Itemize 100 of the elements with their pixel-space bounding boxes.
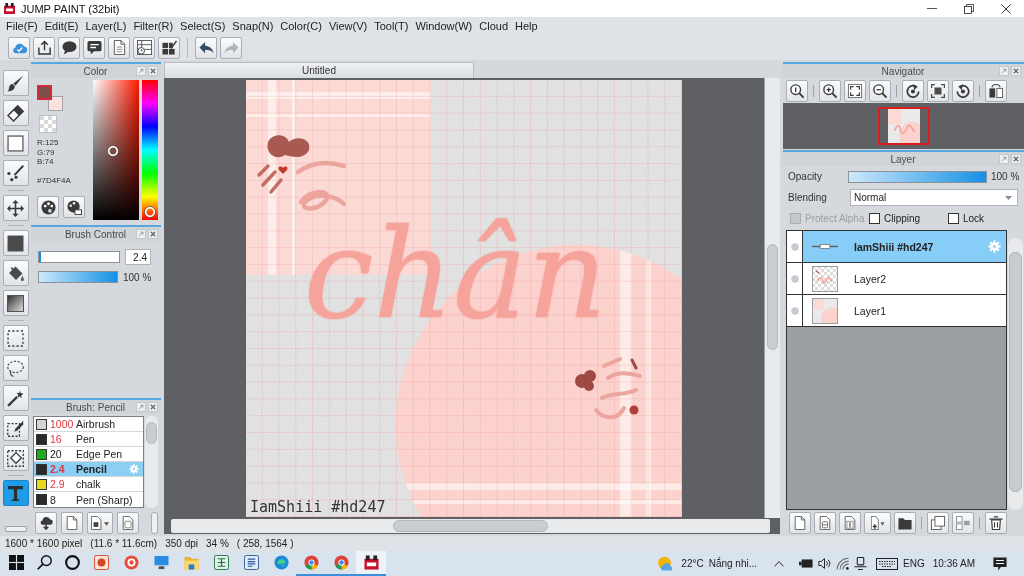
scrollbar-thumb[interactable] [767, 244, 778, 350]
menu-item[interactable]: Help [515, 20, 538, 32]
duplicate-button[interactable] [927, 512, 949, 534]
layer-type-button[interactable] [814, 512, 836, 534]
checkbox-label[interactable]: Clipping [884, 212, 921, 224]
brush-item[interactable]: 1000 Airbrush [34, 417, 143, 432]
close-icon[interactable] [1011, 66, 1021, 76]
palette-settings-button[interactable] [63, 196, 85, 218]
merge-button[interactable] [952, 512, 974, 534]
resize-handle[interactable] [151, 512, 158, 534]
visibility-dot-icon[interactable] [790, 306, 799, 315]
keyboard-icon[interactable] [876, 557, 899, 570]
menu-item[interactable]: Color(C) [280, 20, 322, 32]
flip-button[interactable] [985, 79, 1007, 102]
notification-icon[interactable] [993, 556, 1007, 571]
wifi-icon[interactable] [836, 557, 850, 570]
foreground-color-swatch[interactable] [37, 85, 52, 100]
scrollbar[interactable] [171, 519, 770, 533]
list-button[interactable] [133, 36, 155, 59]
line-tool-button[interactable] [2, 160, 29, 186]
scrollbar[interactable] [1008, 238, 1023, 510]
close-icon[interactable] [148, 402, 158, 412]
brush-size-field[interactable]: 2.4 [125, 249, 151, 265]
menu-item[interactable]: View(V) [328, 20, 368, 32]
menu-item[interactable]: Layer(L) [85, 20, 127, 32]
delete-button[interactable] [985, 512, 1007, 534]
menu-item[interactable]: File(F) [6, 20, 38, 32]
layer-type-button[interactable] [839, 512, 861, 534]
background-color-swatch[interactable] [48, 96, 63, 111]
bucket-tool-button[interactable] [2, 260, 29, 286]
saturation-value-field[interactable] [93, 80, 139, 220]
scrollbar-thumb[interactable] [1009, 252, 1022, 492]
zoom-in-button[interactable] [819, 79, 841, 102]
menu-item[interactable]: Window(W) [415, 20, 473, 32]
brush-tool-button[interactable] [2, 70, 29, 96]
menu-item[interactable]: Cloud [479, 20, 508, 32]
actual-size-button[interactable] [786, 79, 808, 102]
rotate-left-button[interactable] [902, 79, 924, 102]
eraser-tool-button[interactable] [2, 100, 29, 126]
touch-device-icon[interactable] [854, 557, 868, 570]
lasso-tool-button[interactable] [2, 355, 29, 381]
scrollbar-thumb[interactable] [146, 422, 157, 444]
brush-item[interactable]: 8 Pen (Sharp) [34, 492, 143, 507]
scrollbar[interactable] [764, 78, 780, 518]
chevron-up-icon[interactable] [774, 560, 785, 567]
menu-item[interactable]: Snap(N) [232, 20, 274, 32]
edit-button[interactable] [158, 36, 180, 59]
message-button[interactable] [83, 36, 105, 59]
select-pen-tool-button[interactable] [2, 415, 29, 441]
battery-icon[interactable] [799, 559, 814, 568]
scrollbar-thumb[interactable] [392, 520, 549, 532]
magic-wand-tool-button[interactable] [2, 385, 29, 411]
brush-file-button[interactable] [117, 512, 139, 534]
gradient-tool-button[interactable] [2, 290, 29, 316]
new-brush-button[interactable] [61, 512, 83, 534]
select-tool-button[interactable] [2, 325, 29, 351]
document-button[interactable] [108, 36, 130, 59]
folder-button[interactable] [894, 512, 916, 534]
canvas-thumbnail[interactable] [877, 107, 930, 145]
close-icon[interactable] [148, 66, 158, 76]
checkbox[interactable] [869, 212, 880, 224]
brush-menu-button[interactable] [87, 512, 113, 534]
taskbar-button[interactable] [356, 551, 386, 576]
temperature-text[interactable]: 22°C [681, 558, 704, 569]
weather-text[interactable]: Nắng nhi... [708, 558, 758, 569]
undo-button[interactable] [195, 36, 217, 59]
export-button[interactable] [33, 36, 55, 59]
panel-handle[interactable] [4, 526, 27, 532]
layer-item[interactable]: Layer1 [787, 295, 1006, 327]
language-indicator[interactable]: ENG [903, 558, 925, 569]
zoom-out-button[interactable] [869, 79, 891, 102]
brush-opacity-slider[interactable] [38, 271, 118, 283]
transparent-swatch[interactable] [39, 115, 57, 133]
brush-item[interactable]: 16 Pen [34, 432, 143, 447]
brush-item[interactable]: 2.4 Pencil [34, 462, 143, 477]
menu-item[interactable]: Tool(T) [374, 20, 409, 32]
menu-item[interactable]: Edit(E) [44, 20, 79, 32]
hue-slider[interactable] [142, 80, 158, 220]
menu-item[interactable]: Filter(R) [133, 20, 174, 32]
rotate-right-button[interactable] [952, 79, 974, 102]
layer-opacity-slider[interactable] [848, 170, 987, 183]
select-eraser-tool-button[interactable] [2, 445, 29, 471]
brush-item[interactable]: 2.9 chalk [34, 477, 143, 492]
center-button[interactable] [927, 79, 949, 102]
checkbox-label[interactable]: Lock [963, 212, 985, 224]
speaker-icon[interactable] [818, 557, 832, 570]
close-icon[interactable] [1011, 154, 1021, 164]
brush-size-slider[interactable] [38, 251, 120, 263]
blending-dropdown[interactable]: Normal [850, 189, 1018, 206]
fit-button[interactable] [844, 79, 866, 102]
move-tool-button[interactable] [2, 195, 29, 221]
new-layer-button[interactable] [789, 512, 811, 534]
visibility-dot-icon[interactable] [790, 274, 799, 283]
layer-item[interactable]: Layer2 [787, 263, 1006, 295]
add-layer-button[interactable] [864, 512, 891, 534]
comment-button[interactable] [58, 36, 80, 59]
fill-tool-button[interactable] [2, 230, 29, 256]
clock[interactable]: 10:36 AM [932, 558, 975, 569]
visibility-dot-icon[interactable] [790, 242, 799, 251]
palette-button[interactable] [37, 196, 59, 218]
